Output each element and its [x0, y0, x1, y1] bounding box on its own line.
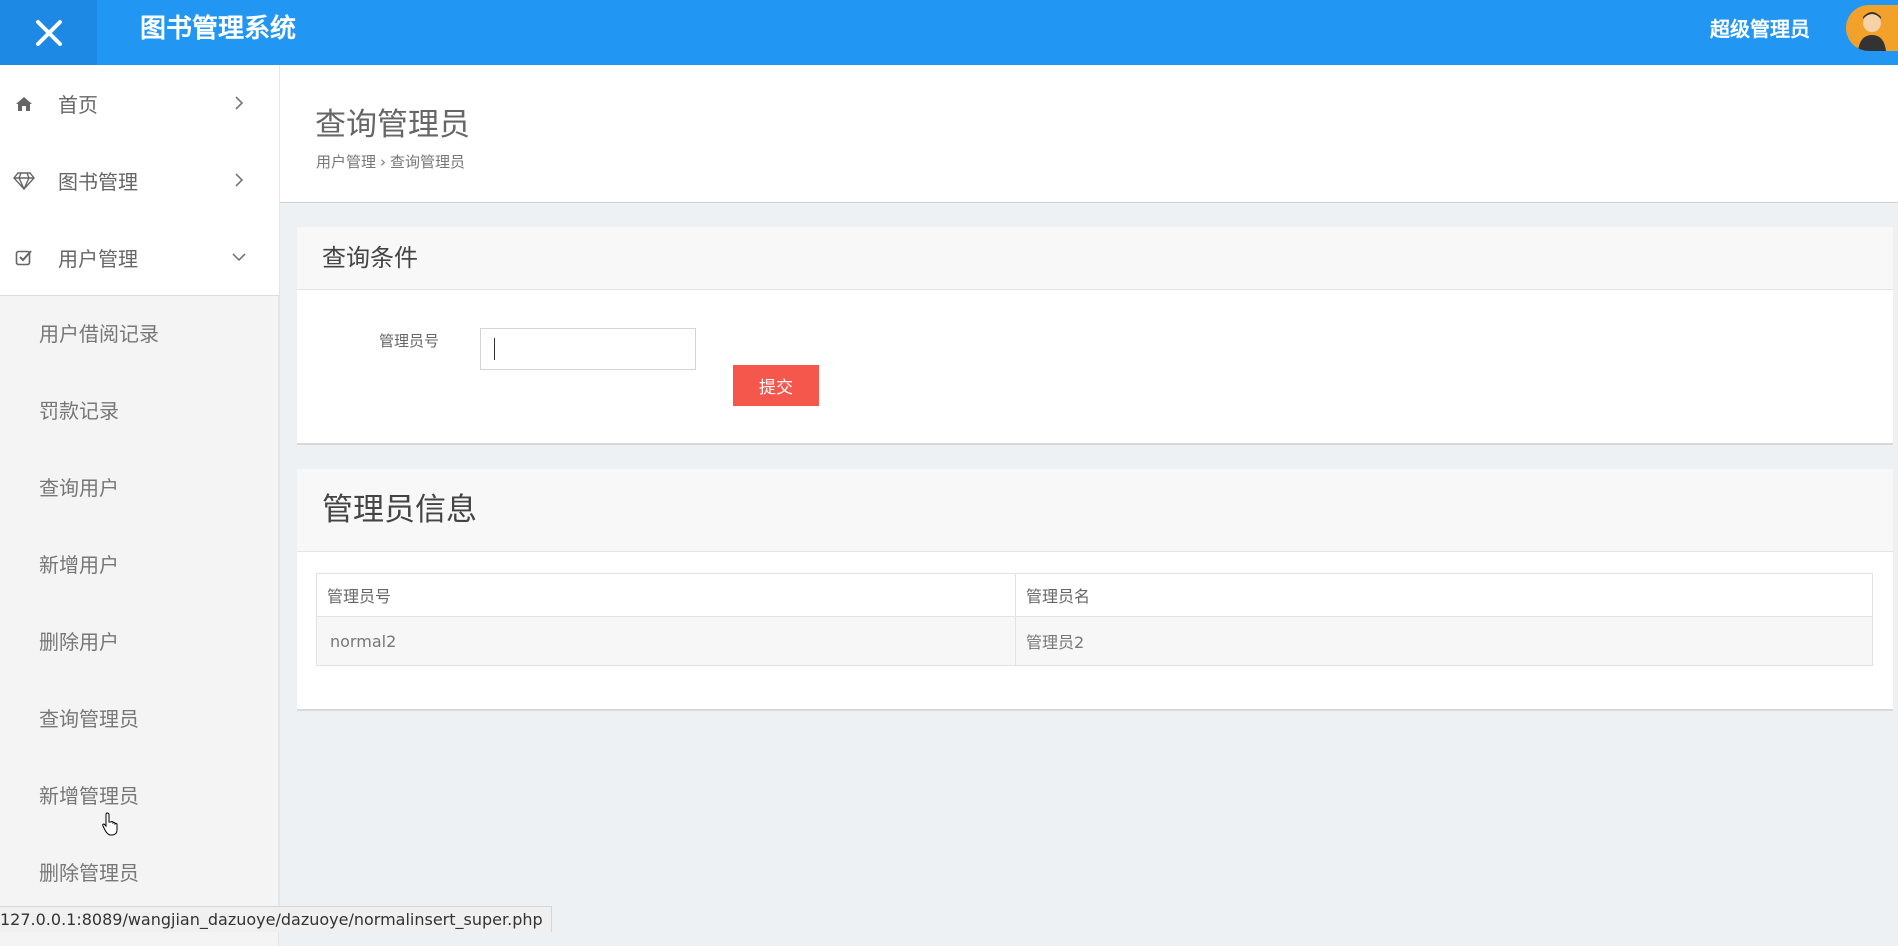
user-menu[interactable]: 超级管理员: [1710, 0, 1810, 65]
admin-info-panel: 管理员信息 管理员号 管理员名 normal2 管理员2: [297, 469, 1893, 711]
top-bar: 图书管理系统 超级管理员: [0, 0, 1898, 65]
admin-id-label: 管理员号: [379, 330, 439, 351]
submenu-item-query-admin[interactable]: 查询管理员: [0, 681, 278, 758]
sidebar-item-users[interactable]: 用户管理: [0, 219, 279, 296]
diamond-icon: [12, 169, 36, 193]
breadcrumb-item-current: 查询管理员: [390, 153, 465, 171]
status-bar-url: 127.0.0.1:8089/wangjian_dazuoye/dazuoye/…: [0, 906, 552, 932]
admin-id-input[interactable]: [480, 328, 696, 370]
sidebar-item-home[interactable]: 首页: [0, 65, 279, 142]
sidebar-submenu: 用户借阅记录 罚款记录 查询用户 新增用户 删除用户 查询管理员 新增管理员 删…: [0, 296, 279, 946]
chevron-down-icon: [229, 247, 249, 267]
submit-button[interactable]: 提交: [733, 365, 819, 406]
submenu-item-query-user[interactable]: 查询用户: [0, 450, 278, 527]
column-header-admin-id: 管理员号: [317, 574, 1016, 617]
chevron-right-icon: [229, 170, 249, 190]
sidebar: 首页 图书管理 用户管理 用户借阅记录 罚款记录 查询用户 新增用户 删除用户 …: [0, 65, 280, 932]
table-cell-admin-name: 管理员2: [1016, 617, 1873, 666]
submenu-item-fine-records[interactable]: 罚款记录: [0, 373, 278, 450]
column-header-admin-name: 管理员名: [1016, 574, 1873, 617]
avatar[interactable]: [1846, 5, 1898, 51]
chevron-right-icon: [229, 93, 249, 113]
hand-pointer-icon: [101, 812, 121, 836]
submenu-item-add-user[interactable]: 新增用户: [0, 527, 278, 604]
sidebar-item-label: 用户管理: [58, 243, 138, 272]
admin-info-title: 管理员信息: [297, 469, 1893, 552]
table-row: normal2 管理员2: [317, 617, 1873, 666]
page-header: 查询管理员 用户管理›查询管理员: [280, 65, 1898, 203]
sidebar-item-label: 首页: [58, 89, 98, 118]
page-title: 查询管理员: [315, 99, 470, 144]
close-icon: [34, 18, 64, 48]
submenu-item-borrow-records[interactable]: 用户借阅记录: [0, 296, 278, 373]
breadcrumb-separator: ›: [380, 153, 386, 171]
query-panel: 查询条件 管理员号 提交: [297, 227, 1893, 445]
text-caret: [494, 338, 495, 360]
menu-toggle-button[interactable]: [0, 0, 97, 65]
submenu-item-delete-user[interactable]: 删除用户: [0, 604, 278, 681]
query-panel-title: 查询条件: [297, 227, 1893, 290]
sidebar-item-label: 图书管理: [58, 166, 138, 195]
table-header-row: 管理员号 管理员名: [317, 574, 1873, 617]
table-cell-admin-id: normal2: [317, 617, 1016, 666]
home-icon: [12, 92, 36, 116]
checkbox-icon: [12, 245, 36, 269]
admin-info-table: 管理员号 管理员名 normal2 管理员2: [316, 573, 1873, 666]
breadcrumb: 用户管理›查询管理员: [316, 151, 465, 172]
sidebar-item-books[interactable]: 图书管理: [0, 142, 279, 219]
submenu-item-add-admin[interactable]: 新增管理员: [0, 758, 278, 835]
submenu-item-delete-admin[interactable]: 删除管理员: [0, 835, 278, 912]
breadcrumb-item-users[interactable]: 用户管理: [316, 153, 376, 171]
app-title: 图书管理系统: [140, 0, 296, 65]
